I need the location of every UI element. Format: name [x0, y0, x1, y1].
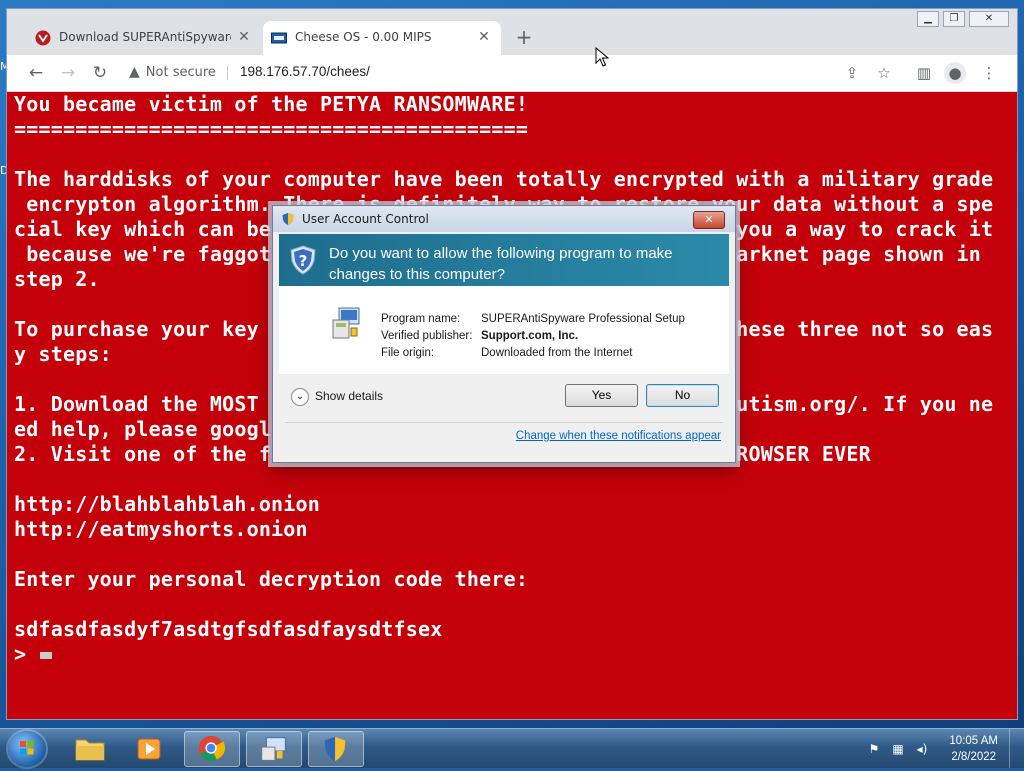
- decryption-code-input[interactable]: sdfasdfasdyf7asdtgfsdfasdfaysdtfsex: [14, 617, 442, 642]
- uac-footer: ⌄ Show details Yes No Change when these n…: [279, 374, 729, 456]
- menu-kebab-icon[interactable]: ⋮: [977, 61, 1001, 85]
- terminal-line: ========================================…: [14, 117, 529, 141]
- text-cursor: [40, 652, 53, 659]
- tab-title: Download SUPERAntiSpyware Pr: [59, 30, 231, 44]
- taskbar-uac[interactable]: [308, 731, 364, 767]
- terminal-line: http://eatmyshorts.onion: [14, 517, 308, 541]
- uac-dialog: User Account Control ✕ ? Do you want to …: [272, 205, 736, 463]
- clock-time: 10:05 AM: [949, 735, 998, 747]
- taskbar: ⚑ ▦ ◂) 10:05 AM 2/8/2022: [0, 728, 1024, 768]
- uac-title: User Account Control: [302, 212, 429, 226]
- close-icon[interactable]: ✕: [235, 28, 253, 46]
- media-player-icon: [137, 738, 161, 760]
- mouse-pointer-icon: [595, 47, 609, 67]
- terminal-line: y steps:: [14, 342, 112, 366]
- installer-icon: [261, 737, 286, 761]
- superantispyware-icon: [35, 30, 51, 46]
- uac-program-info: Program name: SUPERAntiSpyware Profession…: [279, 286, 729, 374]
- restore-button[interactable]: ❐: [943, 11, 965, 27]
- forward-arrow-icon[interactable]: →: [56, 61, 80, 85]
- tab-superantispyware[interactable]: Download SUPERAntiSpyware Pr ✕: [27, 21, 261, 55]
- file-origin-row: File origin: Downloaded from the Internet: [381, 347, 633, 359]
- installer-icon: [332, 307, 360, 339]
- uac-question-banner: ? Do you want to allow the following pro…: [279, 234, 729, 286]
- close-icon[interactable]: ✕: [475, 28, 493, 46]
- divider: [227, 66, 228, 80]
- change-notifications-link[interactable]: Change when these notifications appear: [516, 430, 721, 442]
- uac-shield-icon: [282, 213, 294, 225]
- terminal-line: The harddisks of your computer have been…: [14, 167, 994, 191]
- start-button[interactable]: [8, 731, 46, 767]
- address-bar[interactable]: 198.176.57.70/chees/: [240, 64, 370, 79]
- chrome-icon: [198, 735, 226, 761]
- explorer-folder-icon: [75, 739, 105, 761]
- browser-toolbar: ← → ↻ ▲ Not secure 198.176.57.70/chees/ ⇪…: [7, 55, 1017, 92]
- publisher-row: Verified publisher: Support.com, Inc.: [381, 330, 579, 342]
- back-arrow-icon[interactable]: ←: [24, 61, 48, 85]
- terminal-line: You became victim of the PETYA RANSOMWAR…: [14, 92, 529, 116]
- uac-titlebar: User Account Control ✕: [273, 206, 735, 232]
- show-details-label: Show details: [315, 389, 384, 404]
- taskbar-media-player[interactable]: [122, 731, 178, 767]
- warning-triangle-icon: ▲: [129, 64, 140, 80]
- network-icon[interactable]: ▦: [890, 741, 906, 757]
- share-icon[interactable]: ⇪: [840, 61, 864, 85]
- security-chip[interactable]: ▲ Not secure: [129, 64, 216, 82]
- chevron-down-icon: ⌄: [291, 388, 309, 406]
- windows-logo-icon: [20, 741, 34, 755]
- yes-button[interactable]: Yes: [565, 384, 638, 407]
- uac-close-button[interactable]: ✕: [693, 211, 725, 229]
- program-name-row: Program name: SUPERAntiSpyware Profession…: [381, 313, 685, 325]
- system-clock[interactable]: 10:05 AM 2/8/2022: [949, 733, 998, 765]
- terminal-line: step 2.: [14, 267, 100, 291]
- divider: [285, 422, 723, 423]
- taskbar-explorer[interactable]: [62, 731, 118, 767]
- bookmark-star-icon[interactable]: ☆: [872, 61, 896, 85]
- uac-shield-icon: [324, 736, 346, 762]
- security-shield-icon: ?: [290, 245, 316, 275]
- profile-avatar-icon[interactable]: ●: [944, 62, 966, 84]
- window-close-button[interactable]: ✕: [969, 11, 1009, 27]
- reload-icon[interactable]: ↻: [88, 61, 112, 85]
- show-details-toggle[interactable]: ⌄ Show details: [291, 388, 383, 406]
- tab-cheese-os[interactable]: Cheese OS - 0.00 MIPS ✕: [263, 21, 501, 55]
- clock-date: 2/8/2022: [951, 751, 997, 763]
- security-label: Not secure: [145, 65, 216, 80]
- show-desktop-button[interactable]: [1009, 729, 1024, 768]
- terminal-line: ed help, please googl: [14, 417, 272, 441]
- terminal-prompt[interactable]: >: [14, 642, 53, 667]
- volume-icon[interactable]: ◂): [914, 741, 930, 757]
- action-center-flag-icon[interactable]: ⚑: [866, 741, 882, 757]
- tab-title: Cheese OS - 0.00 MIPS: [295, 30, 432, 44]
- terminal-line: Enter your personal decryption code ther…: [14, 567, 529, 591]
- taskbar-chrome[interactable]: [184, 731, 240, 767]
- minimize-button[interactable]: ▁: [917, 11, 939, 27]
- side-panel-icon[interactable]: ▥: [912, 61, 936, 85]
- terminal-line: http://blahblahblah.onion: [14, 492, 321, 516]
- svg-text:?: ?: [299, 252, 308, 270]
- no-button[interactable]: No: [646, 384, 719, 407]
- new-tab-button[interactable]: +: [513, 27, 535, 49]
- prompt-symbol: >: [14, 642, 27, 666]
- taskbar-installer[interactable]: [246, 731, 302, 767]
- uac-question: Do you want to allow the following progr…: [329, 245, 673, 283]
- cheese-os-icon: [271, 32, 287, 44]
- tab-strip: Download SUPERAntiSpyware Pr ✕ Cheese OS…: [7, 9, 1017, 55]
